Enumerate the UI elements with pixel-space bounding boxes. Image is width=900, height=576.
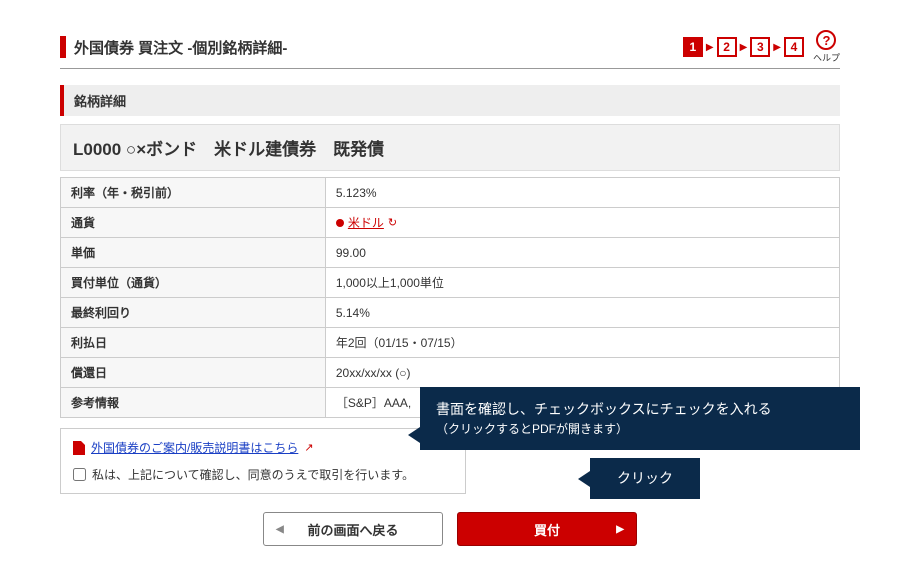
label-ref: 参考情報 <box>61 388 326 418</box>
issue-title: L0000 ○×ボンド 米ドル建債券 既発債 <box>60 124 840 171</box>
label-price: 単価 <box>61 238 326 268</box>
step-arrow-icon: ▶ <box>773 42 781 53</box>
title-accent-bar <box>60 36 66 58</box>
chevron-left-icon: ◀ <box>276 524 284 535</box>
step-2: 2 <box>717 37 737 57</box>
back-button[interactable]: ◀ 前の画面へ戻る <box>263 512 443 546</box>
currency-link[interactable]: 米ドル <box>348 214 384 231</box>
question-icon: ? <box>816 30 836 50</box>
help-label: ヘルプ <box>813 51 840 64</box>
value-price: 99.00 <box>325 238 839 268</box>
callout-1-line1: 書面を確認し、チェックボックスにチェックを入れる <box>436 399 844 420</box>
doc-link-row: 外国債券のご案内/販売説明書はこちら ↗ <box>73 439 453 456</box>
disclosure-box: 外国債券のご案内/販売説明書はこちら ↗ 私は、上記について確認し、同意のうえで… <box>60 428 466 494</box>
external-link-icon: ↗ <box>304 441 313 454</box>
step-indicator: 1 ▶ 2 ▶ 3 ▶ 4 ? ヘルプ <box>683 30 840 64</box>
value-paydate: 年2回（01/15・07/15） <box>325 328 839 358</box>
table-row: 通貨 米ドル ↻ <box>61 208 840 238</box>
help-button[interactable]: ? ヘルプ <box>813 30 840 64</box>
value-yield: 5.14% <box>325 298 839 328</box>
page-title: 外国債券 買注文 -個別銘柄詳細- <box>74 37 287 58</box>
instruction-callout-2: クリック <box>590 458 700 499</box>
table-row: 利払日 年2回（01/15・07/15） <box>61 328 840 358</box>
page-header: 外国債券 買注文 -個別銘柄詳細- 1 ▶ 2 ▶ 3 ▶ 4 ? ヘルプ <box>60 30 840 69</box>
table-row: 償還日 20xx/xx/xx (○) <box>61 358 840 388</box>
value-maturity: 20xx/xx/xx (○) <box>325 358 839 388</box>
step-1: 1 <box>683 37 703 57</box>
chevron-right-icon: ▶ <box>616 524 624 535</box>
table-row: 単価 99.00 <box>61 238 840 268</box>
callout-1-line2: （クリックするとPDFが開きます） <box>436 420 844 438</box>
bullet-icon <box>336 219 344 227</box>
step-arrow-icon: ▶ <box>706 42 714 53</box>
section-heading: 銘柄詳細 <box>60 85 840 116</box>
value-currency: 米ドル ↻ <box>325 208 839 238</box>
details-table: 利率（年・税引前） 5.123% 通貨 米ドル ↻ 単価 99.00 買付単位（… <box>60 177 840 418</box>
value-rate: 5.123% <box>325 178 839 208</box>
title-wrap: 外国債券 買注文 -個別銘柄詳細- <box>60 36 287 58</box>
step-arrow-icon: ▶ <box>740 42 748 53</box>
label-maturity: 償還日 <box>61 358 326 388</box>
label-yield: 最終利回り <box>61 298 326 328</box>
agree-label: 私は、上記について確認し、同意のうえで取引を行います。 <box>92 466 414 483</box>
agree-row[interactable]: 私は、上記について確認し、同意のうえで取引を行います。 <box>73 466 453 483</box>
label-currency: 通貨 <box>61 208 326 238</box>
label-unit: 買付単位（通貨） <box>61 268 326 298</box>
table-row: 買付単位（通貨） 1,000以上1,000単位 <box>61 268 840 298</box>
step-4: 4 <box>784 37 804 57</box>
pdf-icon <box>73 441 85 455</box>
table-row: 最終利回り 5.14% <box>61 298 840 328</box>
step-3: 3 <box>750 37 770 57</box>
button-row: ◀ 前の画面へ戻る 買付 ▶ <box>60 512 840 546</box>
agree-checkbox[interactable] <box>73 468 86 481</box>
label-paydate: 利払日 <box>61 328 326 358</box>
instruction-callout-1: 書面を確認し、チェックボックスにチェックを入れる （クリックするとPDFが開きま… <box>420 387 860 450</box>
refresh-icon[interactable]: ↻ <box>388 216 397 229</box>
table-row: 利率（年・税引前） 5.123% <box>61 178 840 208</box>
callout-2-text: クリック <box>617 470 673 486</box>
back-button-label: 前の画面へ戻る <box>307 520 398 539</box>
buy-button[interactable]: 買付 ▶ <box>457 512 637 546</box>
prospectus-link[interactable]: 外国債券のご案内/販売説明書はこちら <box>91 439 298 456</box>
buy-button-label: 買付 <box>534 520 560 539</box>
label-rate: 利率（年・税引前） <box>61 178 326 208</box>
value-unit: 1,000以上1,000単位 <box>325 268 839 298</box>
